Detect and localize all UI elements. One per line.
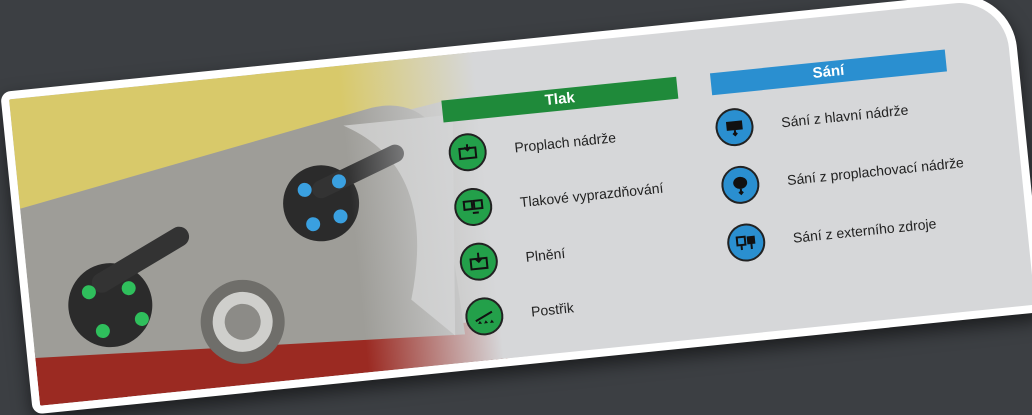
tank-rinse-icon — [446, 131, 489, 174]
external-source-suction-icon — [725, 221, 768, 264]
rinse-tank-suction-icon — [719, 164, 762, 206]
sani-item-hlavni: Sání z hlavní nádrže — [713, 91, 910, 148]
spray-icon — [463, 295, 506, 338]
fill-icon — [457, 240, 500, 283]
main-tank-suction-icon — [713, 106, 756, 148]
info-card: Tlak Proplach nádrže Tlakové vyprazdňová… — [0, 0, 1032, 415]
tlak-item-label: Postřik — [530, 299, 575, 320]
sani-item-label: Sání z hlavní nádrže — [780, 101, 910, 131]
sani-item-label: Sání z externího zdroje — [792, 215, 938, 246]
tlak-item-label: Tlakové vyprazdňování — [519, 179, 665, 211]
pressure-drain-icon — [452, 186, 495, 228]
sani-item-proplachovaci: Sání z proplachovací nádrže — [719, 143, 966, 206]
tlak-item-label: Proplach nádrže — [513, 129, 617, 156]
sani-header: Sání — [709, 49, 947, 96]
tlak-item-label: Plnění — [524, 244, 566, 265]
sani-item-externi: Sání z externího zdroje — [725, 204, 938, 264]
sani-item-label: Sání z proplachovací nádrže — [786, 154, 965, 189]
